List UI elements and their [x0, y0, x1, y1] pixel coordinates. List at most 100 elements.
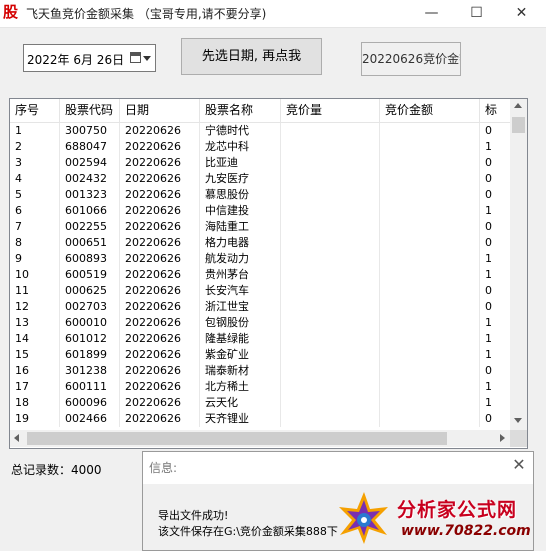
- scroll-right-icon[interactable]: [500, 434, 505, 442]
- table-cell: [380, 251, 480, 267]
- select-date-button[interactable]: 先选日期, 再点我: [181, 38, 322, 75]
- table-cell: 20220626: [120, 267, 200, 283]
- table-cell: 1: [485, 140, 492, 153]
- table-row[interactable]: 13 600010 20220626 包钢股份 1: [10, 315, 510, 331]
- table-row[interactable]: 9 600893 20220626 航发动力 1: [10, 251, 510, 267]
- close-button[interactable]: ✕: [499, 0, 544, 26]
- scroll-left-icon[interactable]: [14, 434, 19, 442]
- table-row[interactable]: 8 000651 20220626 格力电器 0: [10, 235, 510, 251]
- table-cell: 002466: [60, 411, 120, 427]
- table-cell: 0: [485, 156, 492, 169]
- table-cell: 4: [10, 171, 60, 187]
- column-header[interactable]: 股票名称: [200, 99, 281, 122]
- table-cell: 12: [10, 299, 60, 315]
- scroll-thumb[interactable]: [512, 117, 525, 133]
- table-cell: 0: [485, 412, 492, 425]
- table-row[interactable]: 18 600096 20220626 云天化 1: [10, 395, 510, 411]
- table-cell: 002432: [60, 171, 120, 187]
- table-cell: 贵州茅台: [200, 267, 281, 283]
- table-cell: 1: [485, 204, 492, 217]
- window-title: 飞天鱼竞价金额采集 （宝哥专用,请不要分享): [26, 7, 267, 21]
- table-cell: 000651: [60, 235, 120, 251]
- maximize-button[interactable]: ☐: [454, 0, 499, 26]
- table-cell: [380, 187, 480, 203]
- dialog-close-button[interactable]: ✕: [509, 455, 529, 475]
- table-row[interactable]: 14 601012 20220626 隆基绿能 1: [10, 331, 510, 347]
- column-header[interactable]: 序号: [10, 99, 60, 122]
- table-cell: 18: [10, 395, 60, 411]
- table-cell: 301238: [60, 363, 120, 379]
- table-cell: 601012: [60, 331, 120, 347]
- table-cell: [380, 203, 480, 219]
- table-cell: 002255: [60, 219, 120, 235]
- horizontal-scrollbar[interactable]: [10, 430, 510, 447]
- table-cell: 20220626: [120, 187, 200, 203]
- table-cell: 17: [10, 379, 60, 395]
- column-header[interactable]: 股票代码: [60, 99, 120, 122]
- total-records: 总记录数：4000: [11, 463, 102, 477]
- table-cell: 20220626: [120, 283, 200, 299]
- column-header[interactable]: 竞价量: [281, 99, 380, 122]
- column-header[interactable]: 竞价金额: [380, 99, 480, 122]
- table-row[interactable]: 16 301238 20220626 瑞泰新材 0: [10, 363, 510, 379]
- vertical-scrollbar[interactable]: [510, 99, 527, 430]
- table-cell: 20220626: [120, 299, 200, 315]
- table-cell: [380, 315, 480, 331]
- table-row[interactable]: 10 600519 20220626 贵州茅台 1: [10, 267, 510, 283]
- table-row[interactable]: 15 601899 20220626 紫金矿业 1: [10, 347, 510, 363]
- chevron-down-icon[interactable]: [143, 56, 151, 61]
- table-cell: 601066: [60, 203, 120, 219]
- table-cell: 包钢股份: [200, 315, 281, 331]
- table-cell: [281, 219, 380, 235]
- table-cell: [380, 123, 480, 139]
- table-cell: 中信建投: [200, 203, 281, 219]
- table-cell: 20220626: [120, 331, 200, 347]
- date-picker[interactable]: 2022年 6月 26日: [23, 44, 156, 72]
- table-cell: [281, 171, 380, 187]
- export-button[interactable]: 20220626竞价金额: [361, 42, 461, 76]
- table-cell: 0: [485, 284, 492, 297]
- table-cell: [380, 395, 480, 411]
- table-cell: 15: [10, 347, 60, 363]
- table-cell: 001323: [60, 187, 120, 203]
- table-cell: 2: [10, 139, 60, 155]
- table-cell: 1: [485, 268, 492, 281]
- date-value[interactable]: 2022年 6月 26日: [27, 51, 124, 68]
- table-row[interactable]: 12 002703 20220626 浙江世宝 0: [10, 299, 510, 315]
- table-row[interactable]: 2 688047 20220626 龙芯中科 1: [10, 139, 510, 155]
- table-cell: 0: [485, 364, 492, 377]
- grid-header: 序号 股票代码 日期 股票名称 竞价量 竞价金额 标: [10, 99, 510, 123]
- table-cell: 1: [485, 252, 492, 265]
- table-cell: 20220626: [120, 203, 200, 219]
- table-cell: 0: [485, 188, 492, 201]
- table-row[interactable]: 1 300750 20220626 宁德时代 0: [10, 123, 510, 139]
- table-row[interactable]: 19 002466 20220626 天齐锂业 0: [10, 411, 510, 427]
- column-header[interactable]: 日期: [120, 99, 200, 122]
- scrollbar-corner: [510, 430, 527, 447]
- table-row[interactable]: 11 000625 20220626 长安汽车 0: [10, 283, 510, 299]
- table-cell: [380, 219, 480, 235]
- scroll-up-icon[interactable]: [514, 103, 522, 108]
- table-row[interactable]: 5 001323 20220626 慕思股份 0: [10, 187, 510, 203]
- table-cell: 600096: [60, 395, 120, 411]
- table-cell: 0: [485, 124, 492, 137]
- data-grid[interactable]: 序号 股票代码 日期 股票名称 竞价量 竞价金额 标 1 300750 202206…: [9, 98, 528, 449]
- table-cell: [281, 187, 380, 203]
- scroll-thumb-horizontal[interactable]: [27, 432, 447, 445]
- table-cell: 20220626: [120, 171, 200, 187]
- table-cell: 20220626: [120, 251, 200, 267]
- app-icon: 股: [3, 3, 19, 21]
- table-row[interactable]: 4 002432 20220626 九安医疗 0: [10, 171, 510, 187]
- minimize-button[interactable]: —: [409, 0, 454, 26]
- table-row[interactable]: 7 002255 20220626 海陆重工 0: [10, 219, 510, 235]
- table-row[interactable]: 3 002594 20220626 比亚迪 0: [10, 155, 510, 171]
- table-cell: [380, 347, 480, 363]
- table-row[interactable]: 6 601066 20220626 中信建投 1: [10, 203, 510, 219]
- calendar-icon[interactable]: [130, 52, 141, 63]
- table-cell: [281, 267, 380, 283]
- column-header[interactable]: 标: [480, 99, 510, 122]
- table-row[interactable]: 17 600111 20220626 北方稀土 1: [10, 379, 510, 395]
- table-cell: [281, 411, 380, 427]
- scroll-down-icon[interactable]: [514, 418, 522, 423]
- watermark-logo-icon: [339, 492, 388, 544]
